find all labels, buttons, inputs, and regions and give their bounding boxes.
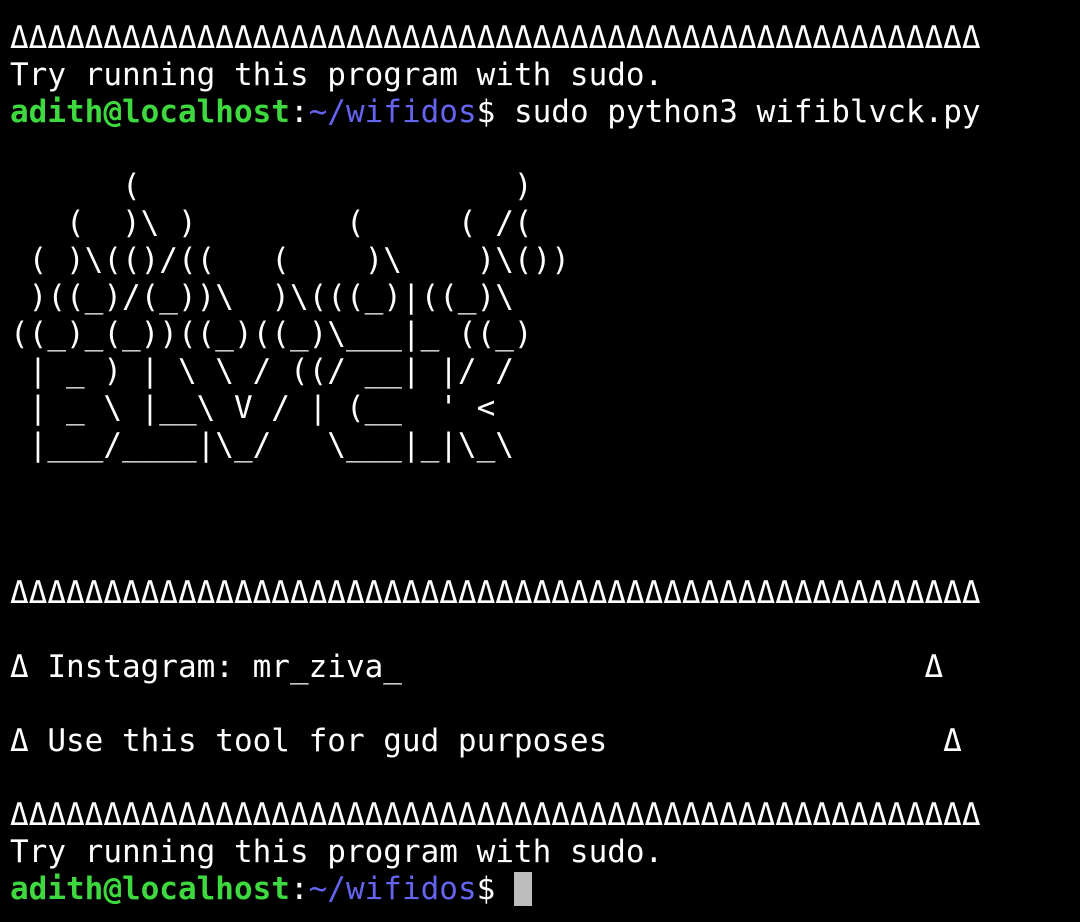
- prompt-path: ~/wifidos: [308, 94, 477, 130]
- ascii-banner-line: ( )\(()/(( ( )\ )\()): [10, 242, 570, 278]
- prompt-path: ~/wifidos: [308, 871, 477, 907]
- command-prompt-line: adith@localhost:~/wifidos$ sudo python3 …: [10, 94, 1076, 131]
- instagram-line: Δ Instagram: mr_ziva_ Δ: [10, 649, 944, 685]
- ascii-banner-line: )((_)/(_))\ )\(((_)|((_)\: [10, 279, 514, 315]
- prompt-user-host: adith@localhost: [10, 94, 290, 130]
- prompt-symbol: $: [476, 94, 496, 130]
- border-line-bottom: ΔΔΔΔΔΔΔΔΔΔΔΔΔΔΔΔΔΔΔΔΔΔΔΔΔΔΔΔΔΔΔΔΔΔΔΔΔΔΔΔ…: [10, 797, 981, 833]
- command-text: sudo python3 wifiblvck.py: [495, 94, 981, 130]
- sudo-notice: Try running this program with sudo.: [10, 834, 664, 870]
- text-cursor[interactable]: [513, 872, 532, 906]
- border-line: ΔΔΔΔΔΔΔΔΔΔΔΔΔΔΔΔΔΔΔΔΔΔΔΔΔΔΔΔΔΔΔΔΔΔΔΔΔΔΔΔ…: [10, 575, 981, 611]
- ascii-banner-line: | _ \ |__\ V / | (__ ' <: [10, 390, 496, 426]
- ascii-banner-line: |___/____|\_/ \___|_|\_\: [10, 427, 514, 463]
- ascii-banner-line: ( )\ ) ( ( /(: [10, 205, 533, 241]
- terminal-output[interactable]: ΔΔΔΔΔΔΔΔΔΔΔΔΔΔΔΔΔΔΔΔΔΔΔΔΔΔΔΔΔΔΔΔΔΔΔΔΔΔΔΔ…: [10, 20, 1076, 908]
- prompt-user-host: adith@localhost: [10, 871, 290, 907]
- prompt-separator: :: [289, 871, 309, 907]
- purpose-line: Δ Use this tool for gud purposes Δ: [10, 723, 962, 759]
- ascii-banner-line: ((_)_(_))((_)((_)\___|_ ((_): [10, 316, 533, 352]
- prompt-separator: :: [289, 94, 309, 130]
- sudo-notice: Try running this program with sudo.: [10, 57, 664, 93]
- ascii-banner-line: ( ): [10, 168, 533, 204]
- ascii-banner-line: | _ ) | \ \ / ((/ __| |/ /: [10, 353, 514, 389]
- border-line-top: ΔΔΔΔΔΔΔΔΔΔΔΔΔΔΔΔΔΔΔΔΔΔΔΔΔΔΔΔΔΔΔΔΔΔΔΔΔΔΔΔ…: [10, 20, 981, 56]
- prompt-symbol: $: [476, 871, 496, 907]
- current-prompt-line[interactable]: adith@localhost:~/wifidos$: [10, 871, 1076, 908]
